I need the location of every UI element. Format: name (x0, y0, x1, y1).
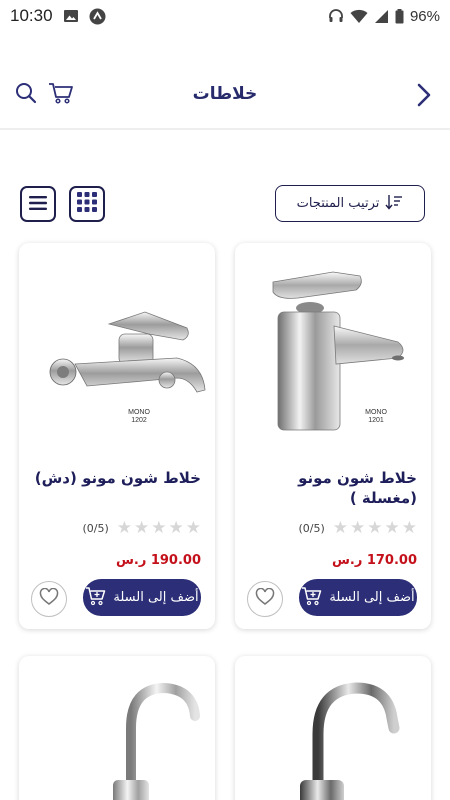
sort-products-button[interactable]: ترتيب المنتجات (275, 185, 425, 222)
grid-view-button[interactable] (69, 186, 105, 222)
battery-percentage: 96% (409, 7, 440, 25)
star-icon: ★ (384, 518, 400, 538)
product-toolbar: ترتيب المنتجات (0, 184, 450, 224)
battery-icon (395, 8, 404, 24)
svg-text:1202: 1202 (131, 417, 147, 424)
app-notification-icon (89, 8, 106, 25)
favorite-button[interactable] (31, 581, 67, 617)
star-icon: ★ (332, 518, 348, 538)
product-rating: ★ ★ ★ ★ ★ (0/5) (73, 519, 201, 537)
star-icon: ★ (185, 518, 201, 538)
rating-count: (0/5) (298, 521, 325, 535)
status-time: 10:30 (10, 6, 53, 25)
star-icon: ★ (350, 518, 366, 538)
page-title: خلاطات (192, 84, 258, 104)
heart-icon (39, 587, 59, 610)
product-rating: ★ ★ ★ ★ ★ (0/5) (289, 519, 417, 537)
headphones-icon (328, 8, 344, 24)
cart-add-icon (85, 586, 107, 610)
add-to-cart-label: أضف إلى السلة (113, 590, 199, 605)
status-bar-left: 10:30 (10, 6, 106, 26)
signal-icon (374, 9, 389, 24)
star-icon: ★ (116, 518, 132, 538)
product-image-faucet[interactable] (235, 656, 431, 800)
add-to-cart-label: أضف إلى السلة (329, 590, 415, 605)
product-card[interactable]: MONO 1202 خلاط شون مونو (دش) ★ ★ ★ ★ ★ (… (19, 243, 215, 629)
star-icon: ★ (367, 518, 383, 538)
sort-icon (385, 194, 403, 214)
product-image-faucet[interactable]: MONO 1201 (235, 243, 431, 455)
heart-icon (255, 587, 275, 610)
status-bar: 10:30 96% (0, 0, 450, 32)
image-icon (63, 9, 79, 23)
list-view-icon (29, 195, 47, 214)
product-image-faucet[interactable] (19, 656, 215, 800)
cart-add-icon (301, 586, 323, 610)
product-name[interactable]: خلاط شون مونو (مغسلة ) (245, 468, 417, 508)
svg-text:1201: 1201 (368, 417, 384, 424)
rating-count: (0/5) (82, 521, 109, 535)
product-card[interactable] (19, 656, 215, 800)
grid-view-icon (77, 192, 97, 216)
product-price: 170.00 ر.س (331, 553, 417, 568)
wifi-icon (350, 9, 368, 24)
product-card[interactable] (235, 656, 431, 800)
star-icon: ★ (401, 518, 417, 538)
sort-label: ترتيب المنتجات (296, 196, 380, 211)
favorite-button[interactable] (247, 581, 283, 617)
svg-text:MONO: MONO (365, 409, 387, 416)
product-card[interactable]: MONO 1201 خلاط شون مونو (مغسلة ) ★ ★ ★ ★… (235, 243, 431, 629)
add-to-cart-button[interactable]: أضف إلى السلة (83, 579, 201, 616)
star-icon: ★ (168, 518, 184, 538)
star-icon: ★ (134, 518, 150, 538)
product-image-faucet[interactable]: MONO 1202 (19, 243, 215, 455)
back-chevron-icon[interactable] (416, 82, 432, 112)
svg-text:MONO: MONO (128, 409, 150, 416)
add-to-cart-button[interactable]: أضف إلى السلة (299, 579, 417, 616)
star-icon: ★ (151, 518, 167, 538)
product-price: 190.00 ر.س (115, 553, 201, 568)
product-name[interactable]: خلاط شون مونو (دش) (29, 468, 201, 488)
status-bar-right: 96% (328, 8, 440, 25)
list-view-button[interactable] (20, 186, 56, 222)
app-header: خلاطات (0, 58, 450, 130)
